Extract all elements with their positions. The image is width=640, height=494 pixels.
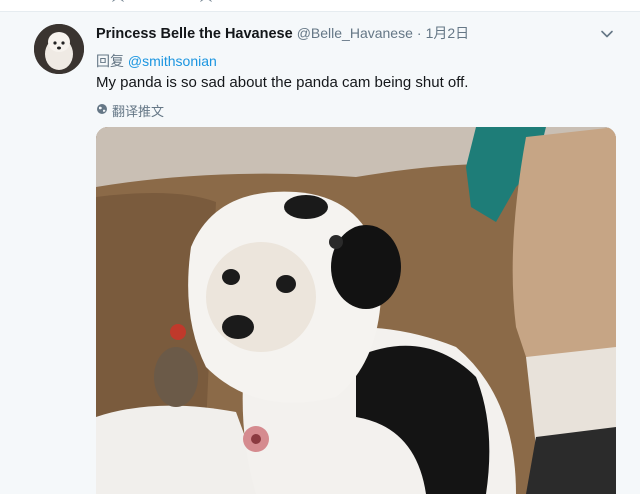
display-name[interactable]: Princess Belle the Havanese [96, 26, 293, 42]
globe-icon [96, 103, 108, 118]
tweet-card[interactable]: Princess Belle the Havanese @Belle_Havan… [0, 12, 640, 494]
chevron-down-icon[interactable] [599, 26, 615, 42]
reply-label: 回复 [96, 53, 124, 69]
user-handle[interactable]: @Belle_Havanese [297, 25, 413, 41]
translate-label: 翻译推文 [112, 104, 165, 119]
translate-tweet-link[interactable]: 翻译推文 [96, 101, 164, 120]
tweet-date[interactable]: 1月2日 [426, 25, 470, 41]
avatar[interactable] [34, 24, 84, 74]
separator: · [416, 25, 422, 41]
tweet-header: Princess Belle the Havanese @Belle_Havan… [96, 23, 469, 43]
reply-context: 回复 @smithsonian [96, 51, 217, 71]
tweet-text: My panda is so sad about the panda cam b… [96, 74, 469, 91]
reply-to-link[interactable]: @smithsonian [128, 53, 217, 69]
previous-tweet-edge: ⌒ ⌒ [0, 0, 640, 12]
tweet-photo[interactable] [96, 127, 616, 494]
